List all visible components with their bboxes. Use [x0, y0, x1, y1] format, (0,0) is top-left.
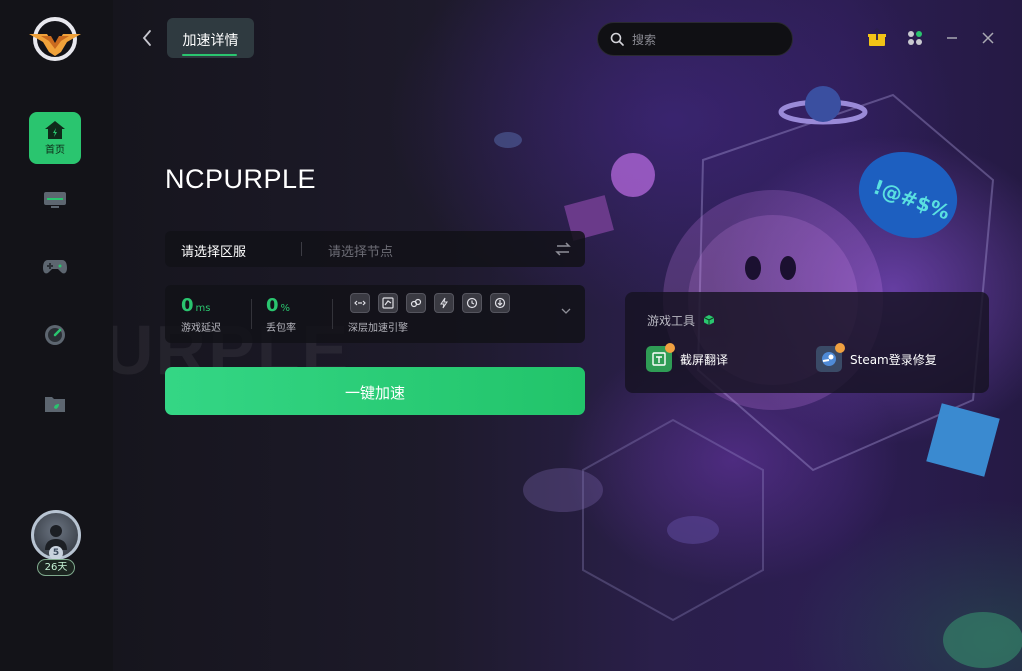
back-chevron-icon[interactable]: [139, 28, 155, 48]
search-box[interactable]: [597, 22, 793, 56]
tool-screenshot-translate[interactable]: 截屏翻译: [646, 343, 729, 372]
latency-number: 0: [181, 295, 194, 316]
download-icon: [494, 297, 506, 309]
engine-feature-link[interactable]: [350, 293, 370, 313]
engine-feature-multi[interactable]: [406, 293, 426, 313]
game-tools-panel: 游戏工具 截屏翻译 Steam登录修复: [625, 292, 989, 393]
search-icon: [610, 32, 624, 46]
engine-label: 深层加速引擎: [348, 323, 408, 334]
divider: [251, 299, 252, 329]
steam-icon: [816, 343, 845, 372]
latency-unit: ms: [195, 303, 211, 314]
route-icon: [382, 297, 394, 309]
packet-loss-value: 0%: [266, 295, 290, 316]
sidebar: 首页 5 26天: [0, 0, 113, 671]
monitor-icon: [44, 192, 66, 208]
folder-icon: [45, 397, 65, 412]
packet-loss-unit: %: [280, 303, 291, 314]
gift-box-icon: [868, 28, 886, 46]
engine-feature-download[interactable]: [490, 293, 510, 313]
engine-feature-route[interactable]: [378, 293, 398, 313]
membership-days-badge: 26天: [37, 559, 75, 576]
link-icon: [354, 300, 366, 306]
gamepad-icon: [43, 260, 67, 274]
minimize-button[interactable]: [942, 28, 962, 48]
engine-feature-timer[interactable]: [462, 293, 482, 313]
close-icon: [982, 32, 994, 44]
accelerate-button-label: 一键加速: [344, 385, 405, 402]
new-badge: [665, 343, 675, 353]
timer-icon: [466, 297, 478, 309]
game-tools-title: 游戏工具: [647, 312, 715, 329]
divider: [332, 299, 333, 329]
divider: [301, 242, 302, 256]
level-badge: 5: [49, 546, 63, 560]
apps-button[interactable]: [905, 28, 925, 48]
app-logo: [29, 16, 81, 62]
speedometer-icon: [45, 325, 65, 345]
minimize-icon: [947, 37, 957, 39]
sidebar-item-games[interactable]: [29, 241, 81, 293]
engine-feature-boost[interactable]: [434, 293, 454, 313]
sidebar-item-label: 首页: [45, 145, 65, 156]
screenshot-translate-icon: [646, 343, 675, 372]
region-select[interactable]: 请选择区服: [181, 241, 246, 260]
latency-value: 0 ms: [181, 295, 210, 316]
node-select[interactable]: 请选择节点: [328, 241, 393, 260]
lightning-icon: [440, 297, 448, 309]
cube-icon: [703, 315, 715, 325]
tool-name: Steam登录修复: [850, 352, 937, 367]
packet-loss-label: 丢包率: [266, 323, 296, 334]
sidebar-item-home[interactable]: 首页: [29, 112, 81, 164]
tab-active-underline: [182, 54, 237, 56]
tool-steam-login-fix[interactable]: Steam登录修复: [816, 343, 937, 372]
accelerate-button[interactable]: 一键加速: [165, 367, 585, 415]
new-badge: [835, 343, 845, 353]
swap-icon[interactable]: [555, 242, 571, 256]
tab-acceleration-details[interactable]: 加速详情: [167, 18, 254, 58]
tab-label: 加速详情: [182, 33, 239, 49]
chain-icon: [410, 298, 422, 308]
stats-panel: 0 ms 游戏延迟 0% 丢包率 深层加速引擎: [165, 285, 585, 343]
main-area: !@#$% 加速详情 搜索 URPLE NCPURPLE 请选择区服 请选择节点…: [113, 0, 1022, 671]
packet-loss-number: 0: [266, 295, 279, 316]
sidebar-item-monitor[interactable]: [29, 174, 81, 226]
game-tools-title-text: 游戏工具: [647, 314, 696, 328]
server-node-selector[interactable]: 请选择区服 请选择节点: [165, 231, 585, 267]
apps-grid-icon: [908, 31, 922, 45]
latency-label: 游戏延迟: [181, 323, 221, 334]
chevron-down-icon[interactable]: [561, 307, 571, 315]
close-button[interactable]: [978, 28, 998, 48]
gift-button[interactable]: [867, 28, 887, 48]
sidebar-item-folder[interactable]: [29, 378, 81, 430]
sidebar-item-speed[interactable]: [29, 309, 81, 361]
game-title: NCPURPLE: [165, 164, 317, 194]
tool-name: 截屏翻译: [680, 352, 729, 367]
home-icon: [45, 121, 65, 139]
search-input[interactable]: [632, 30, 782, 50]
